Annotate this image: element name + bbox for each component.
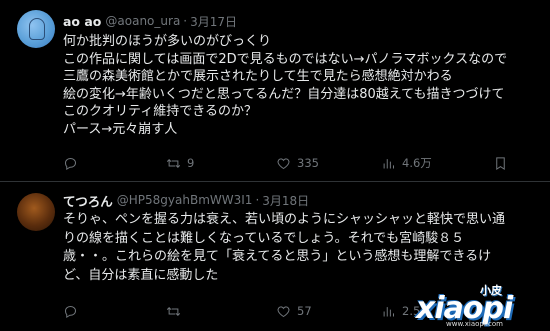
view-count: 4.6万: [402, 156, 432, 170]
action-bar: 9 335 4.6万: [63, 154, 543, 172]
tweet-date[interactable]: 3月17日: [190, 13, 237, 30]
retweet-icon: [166, 306, 181, 316]
tweet[interactable]: ao ao @aoano_ura · 3月17日 何か批判のほうが多いのがびっく…: [0, 0, 550, 181]
separator-dot: ·: [255, 193, 260, 207]
tweet-header: てつろん @HP58gyahBmWW3I1 · 3月18日: [63, 191, 309, 209]
tweet-text-line: このクオリティ維持できるのか？: [63, 104, 257, 119]
retweet-button[interactable]: 9: [166, 154, 194, 172]
display-name[interactable]: てつろん: [63, 191, 113, 210]
tweet-text-line: 何か批判のほうが多いのがびっくり: [63, 34, 272, 49]
avatar[interactable]: [17, 10, 55, 48]
like-button[interactable]: 57: [276, 302, 312, 320]
tweet-feed: ao ao @aoano_ura · 3月17日 何か批判のほうが多いのがびっく…: [0, 0, 550, 331]
tweet-date[interactable]: 3月18日: [262, 192, 309, 209]
views-icon: [383, 158, 394, 168]
tweet-header: ao ao @aoano_ura · 3月17日: [63, 12, 237, 30]
like-count: 57: [297, 304, 312, 318]
like-button[interactable]: 335: [276, 154, 319, 172]
bookmark-button[interactable]: [493, 154, 508, 172]
tweet-text-line: 絵の変化→年齢いくつだと思ってるんだ？自分達は80越えても描きつづけて: [63, 86, 505, 102]
user-handle[interactable]: @aoano_ura: [105, 14, 180, 28]
tweet-text-line: 三鷹の森美術館とかで展示されたりして生で見たら感想絶対かわる: [63, 69, 453, 84]
tweet-text-line: この作品に関しては画面で2Dで見るものではない→パノラマボックスなので: [63, 51, 508, 67]
avatar-figure-icon: [29, 18, 45, 40]
tweet-text-line: 歳・・。これらの絵を見て「衰えてると思う」という感想も理解できるけ: [63, 249, 492, 264]
heart-icon: [277, 157, 290, 169]
reply-button[interactable]: [63, 154, 84, 172]
reply-icon: [64, 305, 77, 318]
heart-icon: [277, 305, 290, 317]
watermark-url: www.xiaopi.com: [446, 320, 503, 328]
tweet-text-line: りの線を描くことは難しくなっているでしょう。それでも宮崎駿８５: [63, 230, 465, 246]
watermark-logo: 小皮 xiaopi www.xiaopi.com: [416, 282, 544, 328]
reply-icon: [64, 157, 77, 170]
tweet-text-line: パース→元々崩す人: [63, 121, 178, 137]
tweet-text-line: そりゃ、ペンを握る力は衰え、若い頃のようにシャッシャッと軽快で思い通: [63, 212, 506, 227]
tweet-text: そりゃ、ペンを握る力は衰え、若い頃のようにシャッシャッと軽快で思い通 りの線を描…: [63, 211, 533, 285]
views-icon: [383, 306, 394, 316]
reply-button[interactable]: [63, 302, 84, 320]
user-handle[interactable]: @HP58gyahBmWW3I1: [117, 193, 253, 207]
bookmark-icon: [496, 156, 505, 170]
tweet-text: 何か批判のほうが多いのがびっくり この作品に関しては画面で2Dで見るものではない…: [63, 33, 533, 138]
avatar[interactable]: [17, 193, 55, 231]
retweet-button[interactable]: [166, 302, 187, 320]
views-button[interactable]: 4.6万: [381, 154, 432, 172]
separator-dot: ·: [183, 14, 188, 28]
like-count: 335: [297, 156, 319, 170]
display-name[interactable]: ao ao: [63, 14, 101, 29]
retweet-count: 9: [187, 156, 195, 170]
retweet-icon: [166, 158, 181, 168]
